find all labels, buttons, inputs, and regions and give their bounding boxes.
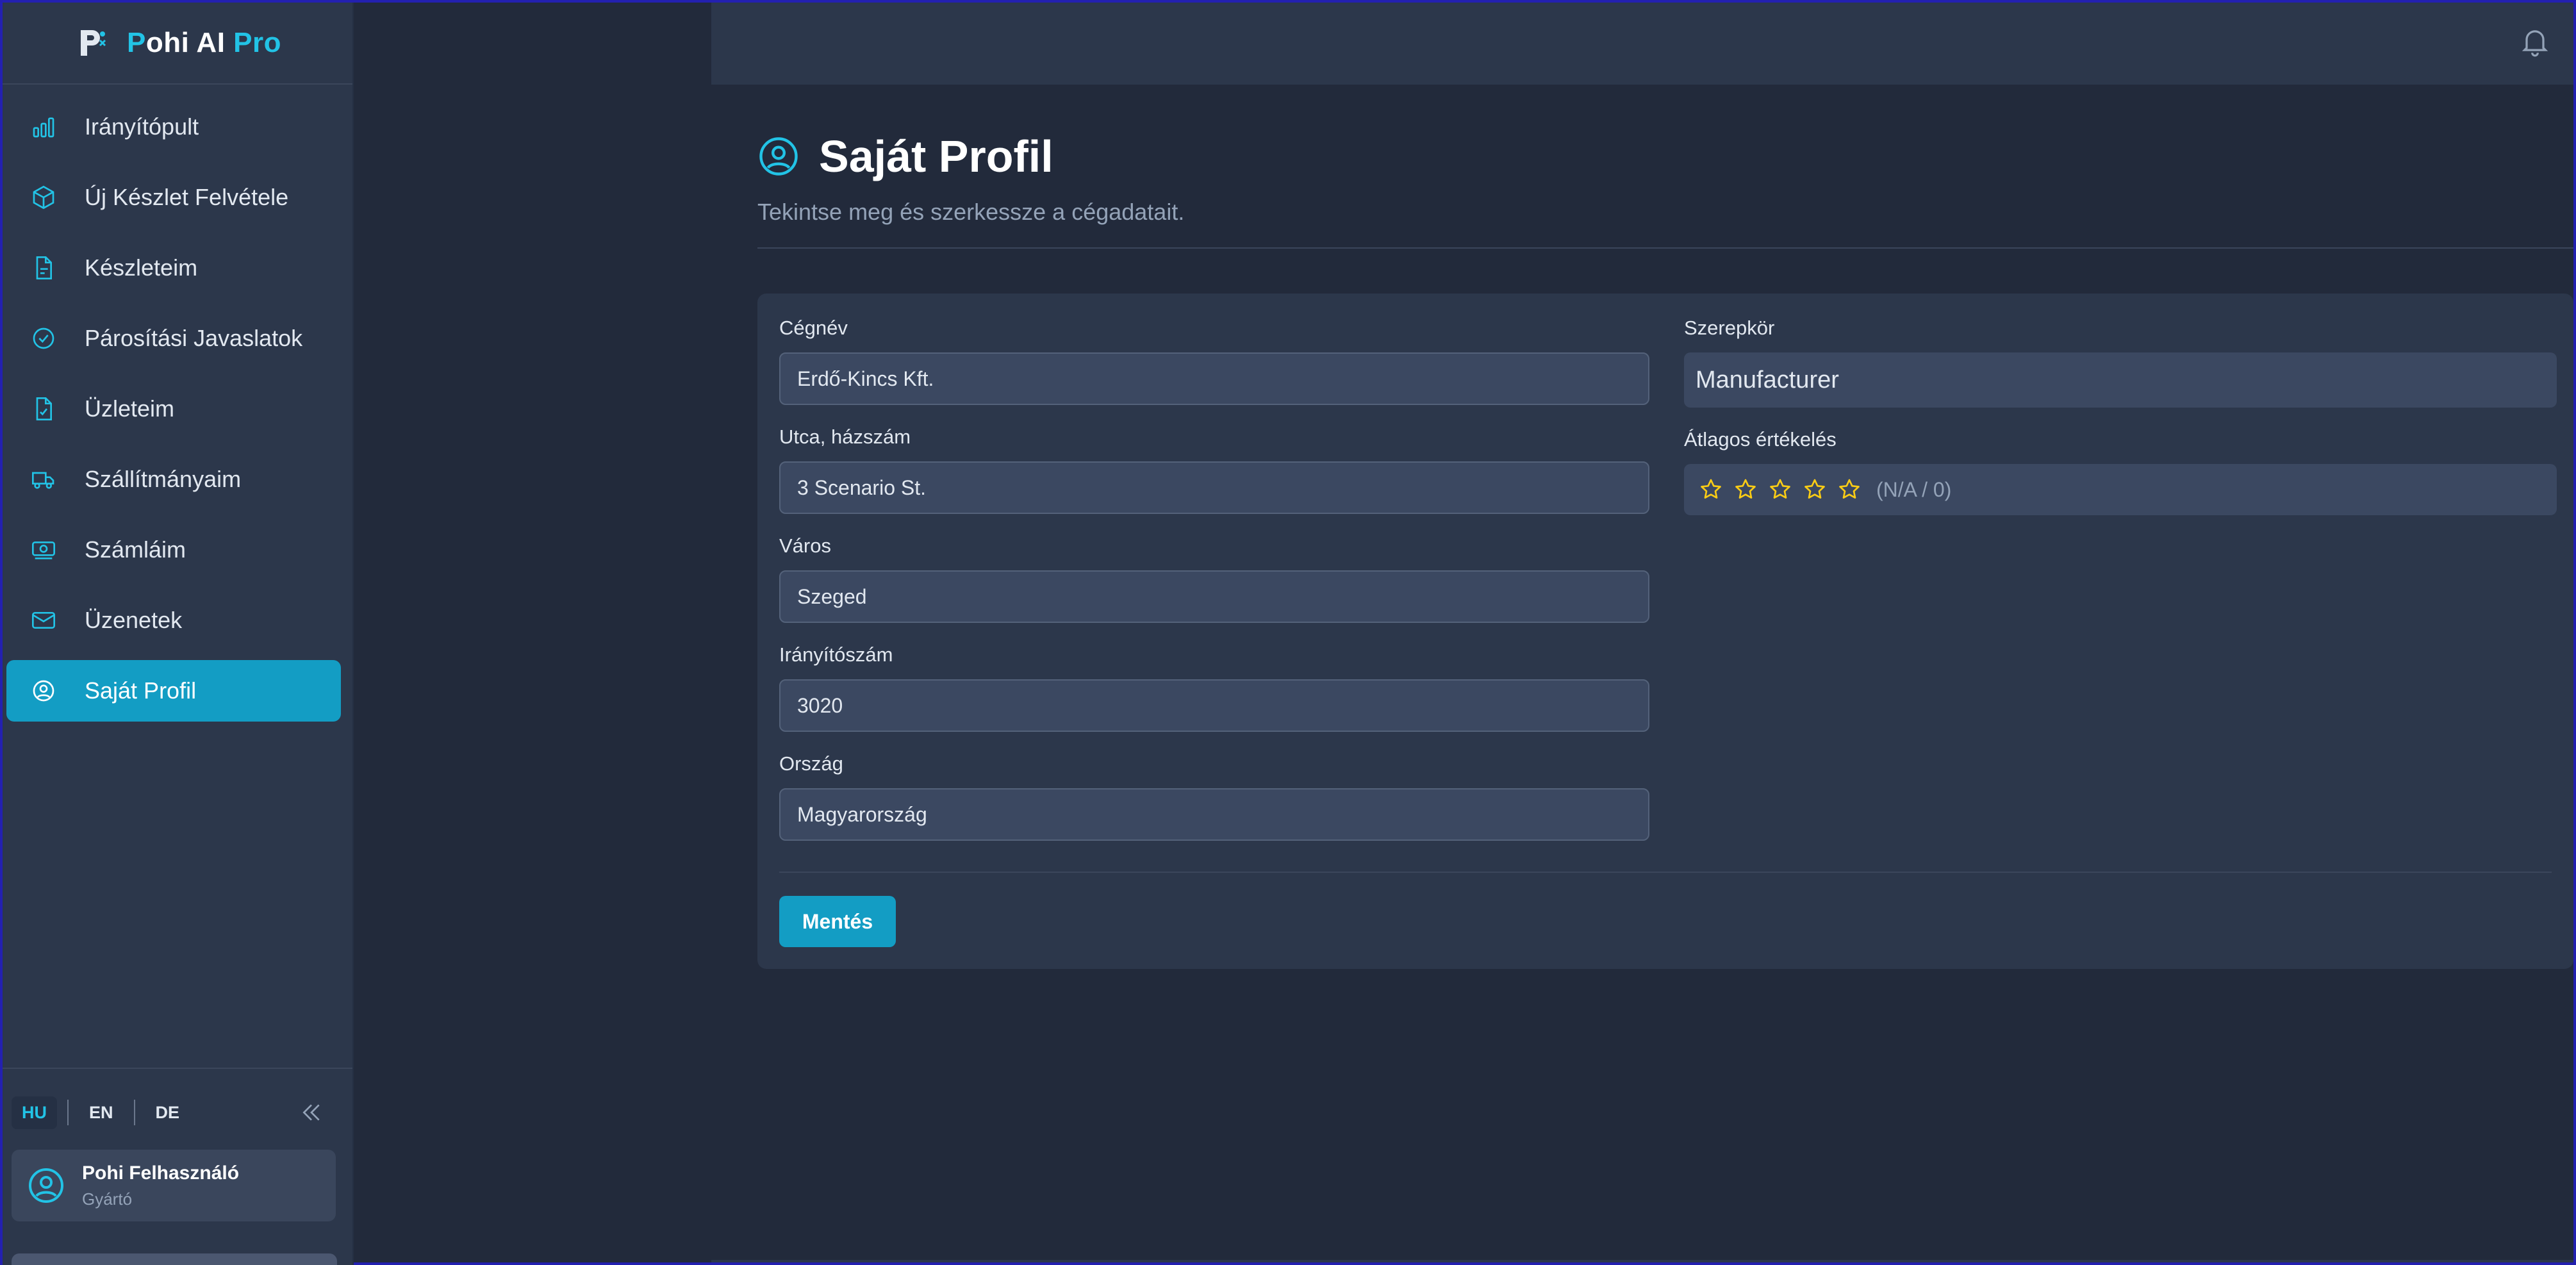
bell-icon[interactable] bbox=[2518, 24, 2552, 58]
check-circle-icon bbox=[29, 324, 58, 352]
language-switcher: HU EN DE bbox=[3, 1069, 352, 1133]
company-name-group: Cégnév bbox=[779, 317, 1649, 405]
sidebar-item-label: Párosítási Javaslatok bbox=[85, 325, 303, 351]
user-info: Pohi Felhasználó Gyártó bbox=[82, 1162, 239, 1209]
rating-group: Átlagos értékelés (N/A / 0) bbox=[1684, 428, 2557, 515]
topbar bbox=[711, 3, 2573, 85]
sidebar-item-deals[interactable]: Üzleteim bbox=[6, 378, 341, 440]
lang-en-button[interactable]: EN bbox=[79, 1096, 124, 1129]
company-name-label: Cégnév bbox=[779, 317, 848, 339]
zip-label: Irányítószám bbox=[779, 643, 893, 666]
star-outline-icon bbox=[1802, 477, 1828, 502]
bar-chart-icon bbox=[29, 113, 58, 141]
sidebar-item-label: Saját Profil bbox=[85, 677, 197, 704]
sidebar-item-messages[interactable]: Üzenetek bbox=[6, 590, 341, 651]
city-label: Város bbox=[779, 534, 831, 557]
header-divider bbox=[757, 247, 2573, 249]
lang-separator bbox=[67, 1100, 69, 1125]
sidebar-footer: HU EN DE Pohi Felhasználó Gyártó bbox=[3, 1068, 352, 1265]
country-input[interactable] bbox=[779, 788, 1649, 841]
profile-card: Cégnév Utca, házszám Város Irányítószám … bbox=[757, 294, 2573, 969]
star-outline-icon bbox=[1698, 477, 1724, 502]
logout-button[interactable] bbox=[12, 1253, 337, 1265]
pohi-logo-icon bbox=[77, 28, 108, 58]
bottom-bar bbox=[711, 1260, 2573, 1262]
lang-hu-button[interactable]: HU bbox=[12, 1096, 57, 1129]
star-outline-icon bbox=[1837, 477, 1862, 502]
zip-group: Irányítószám bbox=[779, 643, 1649, 732]
brand-name: Pohi AI Pro bbox=[127, 27, 282, 58]
main-content: Saját Profil Tekintse meg és szerkessze … bbox=[757, 85, 2573, 969]
street-group: Utca, házszám bbox=[779, 426, 1649, 514]
country-label: Ország bbox=[779, 752, 843, 775]
user-circle-icon bbox=[757, 135, 800, 178]
sidebar-item-label: Üzenetek bbox=[85, 607, 183, 633]
sidebar: Pohi AI Pro Irányítópult Új Készlet Felv… bbox=[3, 3, 354, 1265]
sidebar-item-new-stock[interactable]: Új Készlet Felvétele bbox=[6, 167, 341, 228]
banknote-icon bbox=[29, 536, 58, 564]
box-icon bbox=[29, 183, 58, 211]
sidebar-item-label: Számláim bbox=[85, 536, 186, 563]
role-group: Szerepkör Manufacturer bbox=[1684, 317, 2557, 408]
sidebar-item-my-stocks[interactable]: Készleteim bbox=[6, 237, 341, 299]
document-icon bbox=[29, 254, 58, 282]
sidebar-item-shipments[interactable]: Szállítmányaim bbox=[6, 449, 341, 510]
lang-de-button[interactable]: DE bbox=[145, 1096, 190, 1129]
street-label: Utca, házszám bbox=[779, 426, 911, 448]
sidebar-item-label: Szállítmányaim bbox=[85, 466, 242, 492]
sidebar-item-invoices[interactable]: Számláim bbox=[6, 519, 341, 581]
collapse-sidebar-icon[interactable] bbox=[299, 1100, 324, 1125]
city-group: Város bbox=[779, 534, 1649, 623]
brand[interactable]: Pohi AI Pro bbox=[3, 3, 352, 85]
rating-text: (N/A / 0) bbox=[1876, 477, 1952, 501]
page-subtitle: Tekintse meg és szerkessze a cégadatait. bbox=[757, 199, 1185, 225]
city-input[interactable] bbox=[779, 570, 1649, 623]
star-outline-icon bbox=[1733, 477, 1758, 502]
rating-display: (N/A / 0) bbox=[1684, 464, 2557, 515]
user-name: Pohi Felhasználó bbox=[82, 1162, 240, 1184]
sidebar-item-label: Irányítópult bbox=[85, 113, 199, 140]
page-title-row: Saját Profil bbox=[757, 131, 2573, 182]
user-card[interactable]: Pohi Felhasználó Gyártó bbox=[12, 1150, 336, 1221]
sidebar-item-dashboard[interactable]: Irányítópult bbox=[6, 96, 341, 158]
save-button[interactable]: Mentés bbox=[779, 896, 896, 947]
star-outline-icon bbox=[1767, 477, 1793, 502]
sidebar-item-label: Új Készlet Felvétele bbox=[85, 184, 289, 210]
mail-icon bbox=[29, 606, 58, 634]
user-role: Gyártó bbox=[82, 1189, 133, 1209]
sidebar-item-profile[interactable]: Saját Profil bbox=[6, 660, 341, 722]
sidebar-nav: Irányítópult Új Készlet Felvétele Készle… bbox=[3, 85, 352, 722]
rating-label: Átlagos értékelés bbox=[1684, 428, 1837, 451]
lang-separator bbox=[133, 1100, 135, 1125]
sidebar-item-matching[interactable]: Párosítási Javaslatok bbox=[6, 308, 341, 369]
user-circle-icon bbox=[29, 677, 58, 705]
sidebar-item-label: Üzleteim bbox=[85, 395, 175, 422]
document-check-icon bbox=[29, 395, 58, 423]
role-label: Szerepkör bbox=[1684, 317, 1775, 339]
zip-input[interactable] bbox=[779, 679, 1649, 732]
page-title: Saját Profil bbox=[819, 131, 1053, 181]
role-value: Manufacturer bbox=[1684, 352, 2557, 408]
user-avatar-icon bbox=[27, 1166, 65, 1205]
truck-icon bbox=[29, 465, 58, 493]
street-input[interactable] bbox=[779, 461, 1649, 514]
company-name-input[interactable] bbox=[779, 352, 1649, 405]
sidebar-item-label: Készleteim bbox=[85, 254, 198, 281]
page-header: Saját Profil Tekintse meg és szerkessze … bbox=[757, 85, 2573, 249]
country-group: Ország bbox=[779, 752, 1649, 841]
form-divider bbox=[779, 872, 2552, 873]
